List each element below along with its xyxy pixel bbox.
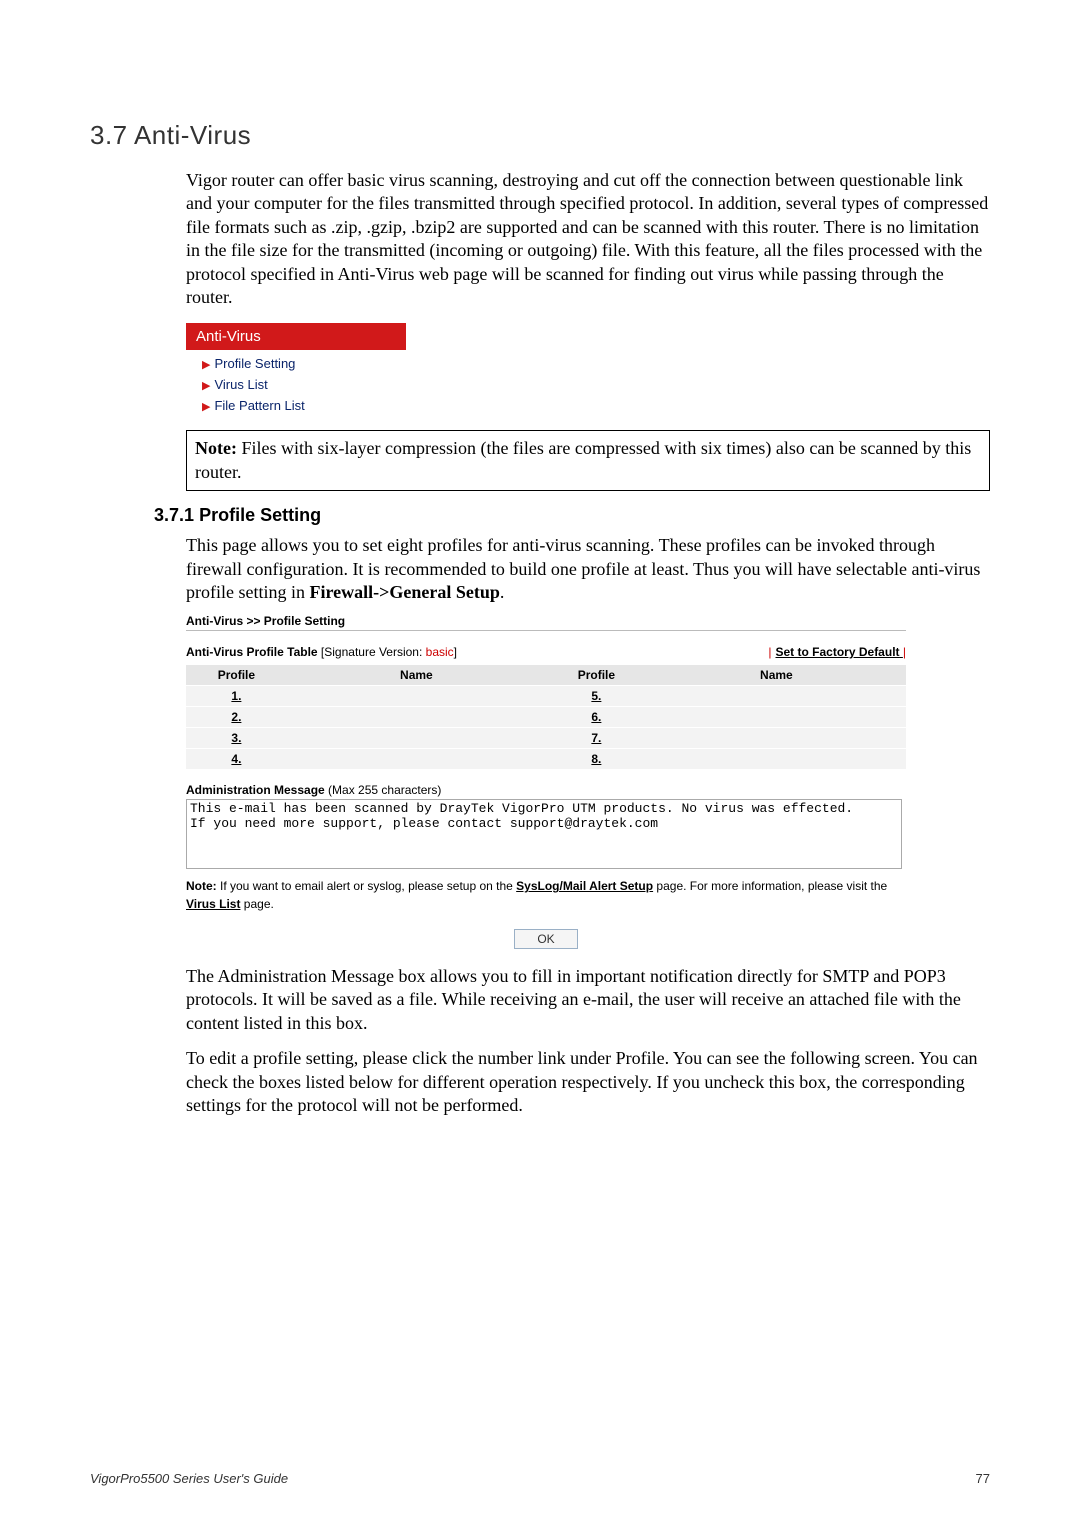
ss-note-body-2: page. For more information, please visit… <box>653 879 887 893</box>
section-heading: 3.7 Anti-Virus <box>90 120 990 151</box>
page-footer: VigorPro5500 Series User's Guide 77 <box>90 1471 990 1486</box>
separator-pipe: | <box>768 645 771 659</box>
profile-table: Profile Name Profile Name 1. 5. 2. 6. 3.… <box>186 665 906 769</box>
closing-paragraph-1: The Administration Message box allows yo… <box>186 965 990 1035</box>
profile-link-4[interactable]: 4. <box>231 752 241 766</box>
nav-header: Anti-Virus <box>186 323 406 350</box>
ss-note-body-1: If you want to email alert or syslog, pl… <box>217 879 517 893</box>
profile-intro-pre: This page allows you to set eight profil… <box>186 535 980 602</box>
col-profile: Profile <box>546 665 647 686</box>
subsection-number: 3.7.1 <box>154 505 194 525</box>
table-title-prefix: Anti-Virus Profile Table <box>186 645 318 659</box>
triangle-right-icon: ▶ <box>202 380 210 392</box>
footer-text: VigorPro5500 Series User's Guide <box>90 1471 288 1486</box>
profile-setting-screenshot: Anti-Virus >> Profile Setting Anti-Virus… <box>186 614 906 949</box>
nav-item-label: Profile Setting <box>214 356 295 371</box>
intro-paragraph: Vigor router can offer basic virus scann… <box>186 169 990 309</box>
nav-item-profile-setting[interactable]: ▶ Profile Setting <box>186 353 406 374</box>
profile-link-3[interactable]: 3. <box>231 731 241 745</box>
admin-message-label: Administration Message (Max 255 characte… <box>186 783 906 797</box>
set-to-factory-default-link[interactable]: |Set to Factory Default | <box>768 645 906 659</box>
ok-button[interactable]: OK <box>514 929 577 949</box>
nav-item-file-pattern-list[interactable]: ▶ File Pattern List <box>186 395 406 416</box>
col-profile: Profile <box>186 665 287 686</box>
nav-item-label: Virus List <box>214 377 267 392</box>
antivirus-nav: Anti-Virus ▶ Profile Setting ▶ Virus List … <box>186 323 406 420</box>
profile-intro-post: . <box>500 582 505 602</box>
divider <box>186 630 906 631</box>
profile-link-5[interactable]: 5. <box>591 689 601 703</box>
profile-link-6[interactable]: 6. <box>591 710 601 724</box>
table-header-row: Profile Name Profile Name <box>186 665 906 686</box>
profile-table-title: Anti-Virus Profile Table [Signature Vers… <box>186 645 906 659</box>
ss-note-body-3: page. <box>240 897 273 911</box>
table-row: 2. 6. <box>186 707 906 728</box>
ss-note-label: Note: <box>186 879 217 893</box>
nav-item-label: File Pattern List <box>214 398 304 413</box>
signature-version-value: basic <box>426 645 454 659</box>
note-text: Files with six-layer compression (the fi… <box>195 438 971 481</box>
profile-intro-paragraph: This page allows you to set eight profil… <box>186 534 990 604</box>
virus-list-link[interactable]: Virus List <box>186 897 240 911</box>
breadcrumb: Anti-Virus >> Profile Setting <box>186 614 906 628</box>
nav-item-virus-list[interactable]: ▶ Virus List <box>186 374 406 395</box>
table-row: 1. 5. <box>186 686 906 707</box>
table-row: 3. 7. <box>186 728 906 749</box>
section-number: 3.7 <box>90 120 128 150</box>
subsection-heading: 3.7.1 Profile Setting <box>154 505 990 526</box>
closing-paragraph-2: To edit a profile setting, please click … <box>186 1047 990 1117</box>
nav-list: ▶ Profile Setting ▶ Virus List ▶ File Patte… <box>186 350 406 420</box>
profile-link-7[interactable]: 7. <box>591 731 601 745</box>
section-title: Anti-Virus <box>134 120 251 150</box>
reset-link-label: Set to Factory Default <box>776 645 900 659</box>
ok-row: OK <box>186 929 906 949</box>
profile-link-8[interactable]: 8. <box>591 752 601 766</box>
page-number: 77 <box>976 1471 990 1486</box>
subsection-title: Profile Setting <box>199 505 321 525</box>
triangle-right-icon: ▶ <box>202 359 210 371</box>
triangle-right-icon: ▶ <box>202 401 210 413</box>
profile-link-2[interactable]: 2. <box>231 710 241 724</box>
table-title-sig-label: [Signature Version: <box>318 645 426 659</box>
table-title-sig-suffix: ] <box>454 645 457 659</box>
profile-intro-bold: Firewall->General Setup <box>309 582 499 602</box>
col-name: Name <box>287 665 546 686</box>
syslog-mail-alert-setup-link[interactable]: SysLog/Mail Alert Setup <box>516 879 653 893</box>
table-row: 4. 8. <box>186 749 906 770</box>
admin-label-rest: (Max 255 characters) <box>325 783 442 797</box>
admin-message-textarea[interactable] <box>186 799 902 869</box>
profile-link-1[interactable]: 1. <box>231 689 241 703</box>
screenshot-note: Note: If you want to email alert or sysl… <box>186 878 906 913</box>
admin-label-bold: Administration Message <box>186 783 325 797</box>
col-name: Name <box>647 665 906 686</box>
note-label: Note: <box>195 438 237 458</box>
note-box: Note: Files with six-layer compression (… <box>186 430 990 491</box>
